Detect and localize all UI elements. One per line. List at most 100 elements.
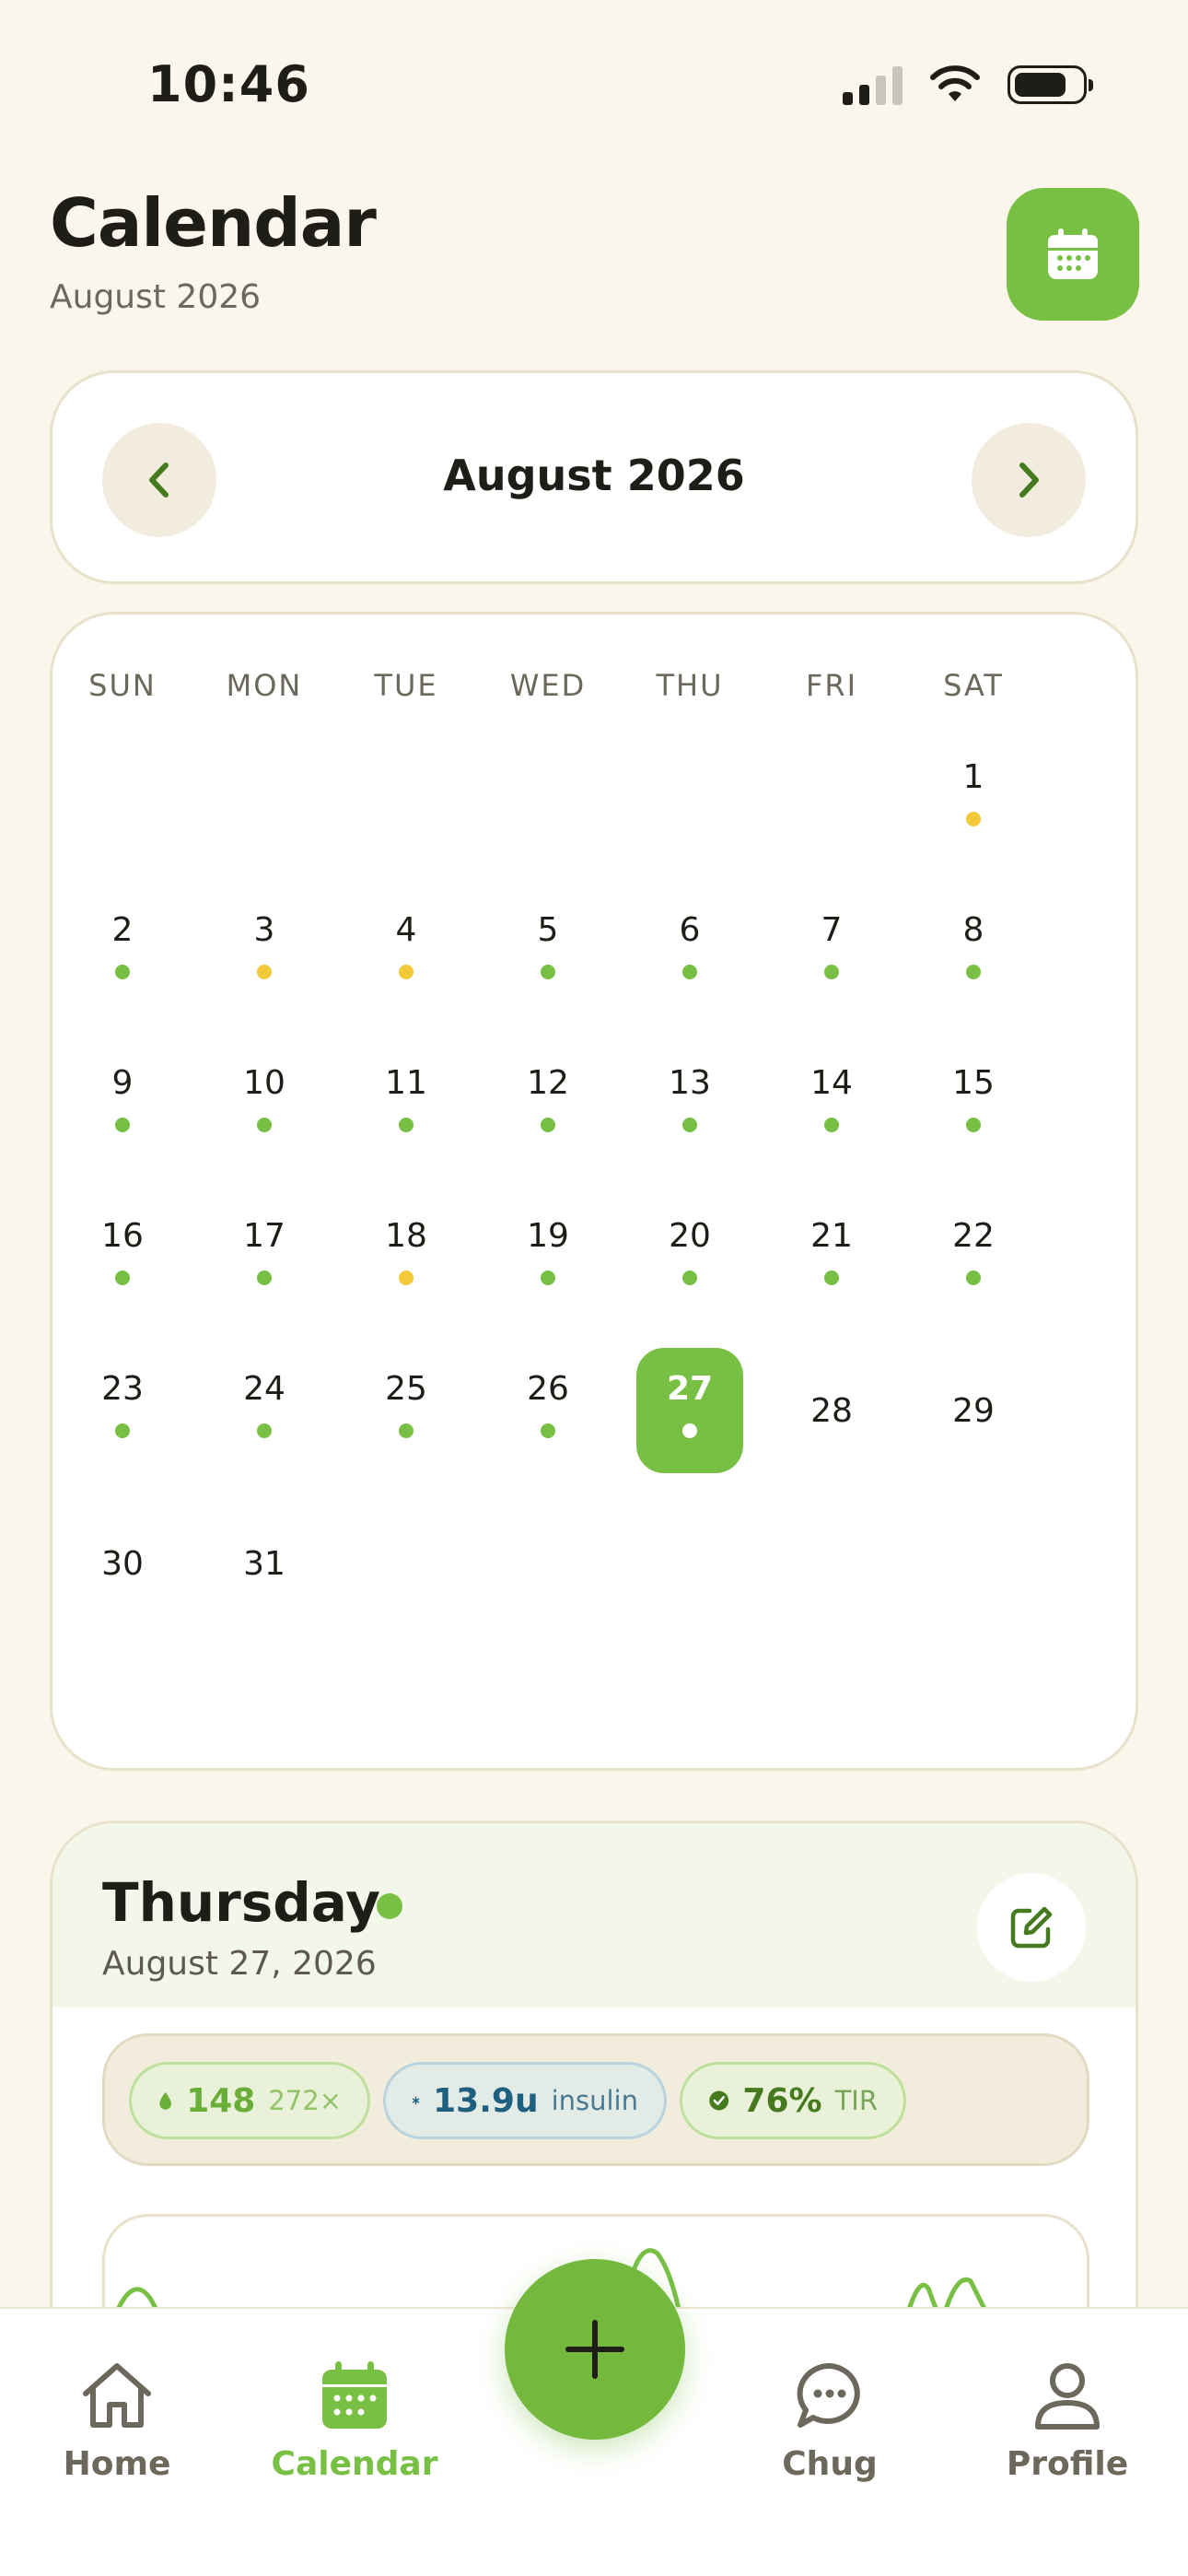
day-status-dot xyxy=(115,1270,130,1285)
day-status-dot xyxy=(541,1118,555,1132)
calendar-day-number: 28 xyxy=(810,1392,853,1430)
page-title: Calendar xyxy=(50,184,377,262)
check-circle-icon xyxy=(709,2090,729,2111)
calendar-day-number: 12 xyxy=(527,1064,569,1102)
day-status-dot xyxy=(257,1423,272,1438)
glucose-drop-icon xyxy=(159,2091,171,2110)
calendar-day[interactable]: 18 xyxy=(353,1195,460,1320)
calendar-day-number: 6 xyxy=(679,911,701,949)
calendar-day[interactable]: 11 xyxy=(353,1042,460,1167)
calendar-day-number: 20 xyxy=(669,1217,711,1255)
weekday-header-3: WED xyxy=(509,668,587,703)
calendar-day-number: 21 xyxy=(810,1217,853,1255)
insulin-asterisk-icon xyxy=(412,2096,420,2105)
tab-profile-label: Profile xyxy=(1006,2445,1129,2483)
calendar-day[interactable]: 20 xyxy=(636,1195,743,1320)
day-status-dot xyxy=(966,812,981,826)
day-status-dot xyxy=(682,1118,697,1132)
calendar-day[interactable]: 6 xyxy=(636,889,743,1014)
day-status-dot xyxy=(682,1423,697,1438)
add-entry-button[interactable] xyxy=(505,2259,685,2440)
calendar-day[interactable]: 1 xyxy=(920,736,1027,861)
calendar-day[interactable]: 31 xyxy=(211,1501,318,1626)
calendar-day-number: 8 xyxy=(962,911,984,949)
calendar-day-number: 3 xyxy=(253,911,275,949)
day-status-dot xyxy=(257,965,272,979)
day-status-dot xyxy=(541,965,555,979)
calendar-day[interactable]: 10 xyxy=(211,1042,318,1167)
calendar-day-number: 29 xyxy=(952,1392,995,1430)
glucose-value: 148 xyxy=(186,2081,256,2120)
calendar-day[interactable]: 13 xyxy=(636,1042,743,1167)
page-subtitle: August 2026 xyxy=(50,278,262,316)
cellular-signal-icon xyxy=(843,64,903,105)
tab-home[interactable]: Home xyxy=(25,2355,209,2483)
tab-calendar[interactable]: Calendar xyxy=(262,2355,447,2483)
tab-chug-label: Chug xyxy=(782,2445,878,2483)
weekday-header-4: THU xyxy=(656,668,724,703)
calendar-day-number: 7 xyxy=(821,911,843,949)
calendar-day[interactable]: 16 xyxy=(69,1195,176,1320)
day-status-dot xyxy=(541,1270,555,1285)
day-weekday-title: Thursday xyxy=(102,1871,380,1934)
calendar-day[interactable]: 2 xyxy=(69,889,176,1014)
calendar-day[interactable]: 3 xyxy=(211,889,318,1014)
calendar-day[interactable]: 12 xyxy=(495,1042,601,1167)
day-status-dot xyxy=(115,1423,130,1438)
calendar-day-selected[interactable]: 27 xyxy=(636,1348,743,1473)
calendar-day-number: 1 xyxy=(962,758,984,796)
day-status-dot xyxy=(399,1270,413,1285)
glucose-stat-pill[interactable]: 148 272× xyxy=(129,2062,370,2139)
day-status-dot xyxy=(399,1118,413,1132)
calendar-day[interactable]: 30 xyxy=(69,1501,176,1626)
calendar-day[interactable]: 15 xyxy=(920,1042,1027,1167)
wifi-icon xyxy=(930,65,980,101)
weekday-header-5: FRI xyxy=(805,668,858,703)
tir-stat-pill[interactable]: 76% TIR xyxy=(680,2062,906,2139)
tab-profile[interactable]: Profile xyxy=(975,2355,1159,2483)
chevron-right-icon xyxy=(1019,463,1039,498)
calendar-day-number: 10 xyxy=(243,1064,285,1102)
status-icons xyxy=(843,64,1093,105)
insulin-unit: insulin xyxy=(551,2085,638,2116)
calendar-day[interactable]: 17 xyxy=(211,1195,318,1320)
calendar-day[interactable]: 21 xyxy=(778,1195,885,1320)
tab-chug[interactable]: Chug xyxy=(738,2355,922,2483)
calendar-day[interactable]: 25 xyxy=(353,1348,460,1473)
weekday-header-2: TUE xyxy=(374,668,438,703)
insulin-stat-pill[interactable]: 13.9u insulin xyxy=(383,2062,667,2139)
calendar-day[interactable]: 22 xyxy=(920,1195,1027,1320)
calendar-day-number: 26 xyxy=(527,1370,569,1408)
edit-day-button[interactable] xyxy=(977,1873,1086,1982)
calendar-day[interactable]: 7 xyxy=(778,889,885,1014)
calendar-day[interactable]: 5 xyxy=(495,889,601,1014)
calendar-view-button[interactable] xyxy=(1007,188,1139,321)
status-bar: 10:46 xyxy=(0,0,1188,147)
insulin-value: 13.9u xyxy=(433,2081,539,2120)
calendar-day[interactable]: 19 xyxy=(495,1195,601,1320)
chat-bubble-icon xyxy=(797,2362,860,2428)
calendar-day-number: 25 xyxy=(385,1370,427,1408)
tab-calendar-label: Calendar xyxy=(271,2445,438,2483)
day-stats-row: 148 272× 13.9u insulin 76% TIR xyxy=(102,2033,1089,2166)
calendar-day[interactable]: 14 xyxy=(778,1042,885,1167)
profile-icon xyxy=(1035,2363,1100,2430)
calendar-day[interactable]: 29 xyxy=(920,1348,1027,1473)
glucose-unit: 272× xyxy=(268,2085,342,2116)
status-time: 10:46 xyxy=(147,55,310,113)
calendar-day-number: 9 xyxy=(111,1064,134,1102)
calendar-day[interactable]: 4 xyxy=(353,889,460,1014)
calendar-day-number: 5 xyxy=(537,911,559,949)
calendar-day[interactable]: 24 xyxy=(211,1348,318,1473)
calendar-day[interactable]: 28 xyxy=(778,1348,885,1473)
calendar-day-number: 15 xyxy=(952,1064,995,1102)
calendar-day[interactable]: 8 xyxy=(920,889,1027,1014)
calendar-day-number: 24 xyxy=(243,1370,285,1408)
calendar-day[interactable]: 23 xyxy=(69,1348,176,1473)
day-status-dot xyxy=(257,1118,272,1132)
home-icon xyxy=(83,2363,151,2428)
calendar-day[interactable]: 26 xyxy=(495,1348,601,1473)
calendar-day[interactable]: 9 xyxy=(69,1042,176,1167)
next-month-button[interactable] xyxy=(972,423,1086,537)
calendar-day-number: 31 xyxy=(243,1545,285,1583)
